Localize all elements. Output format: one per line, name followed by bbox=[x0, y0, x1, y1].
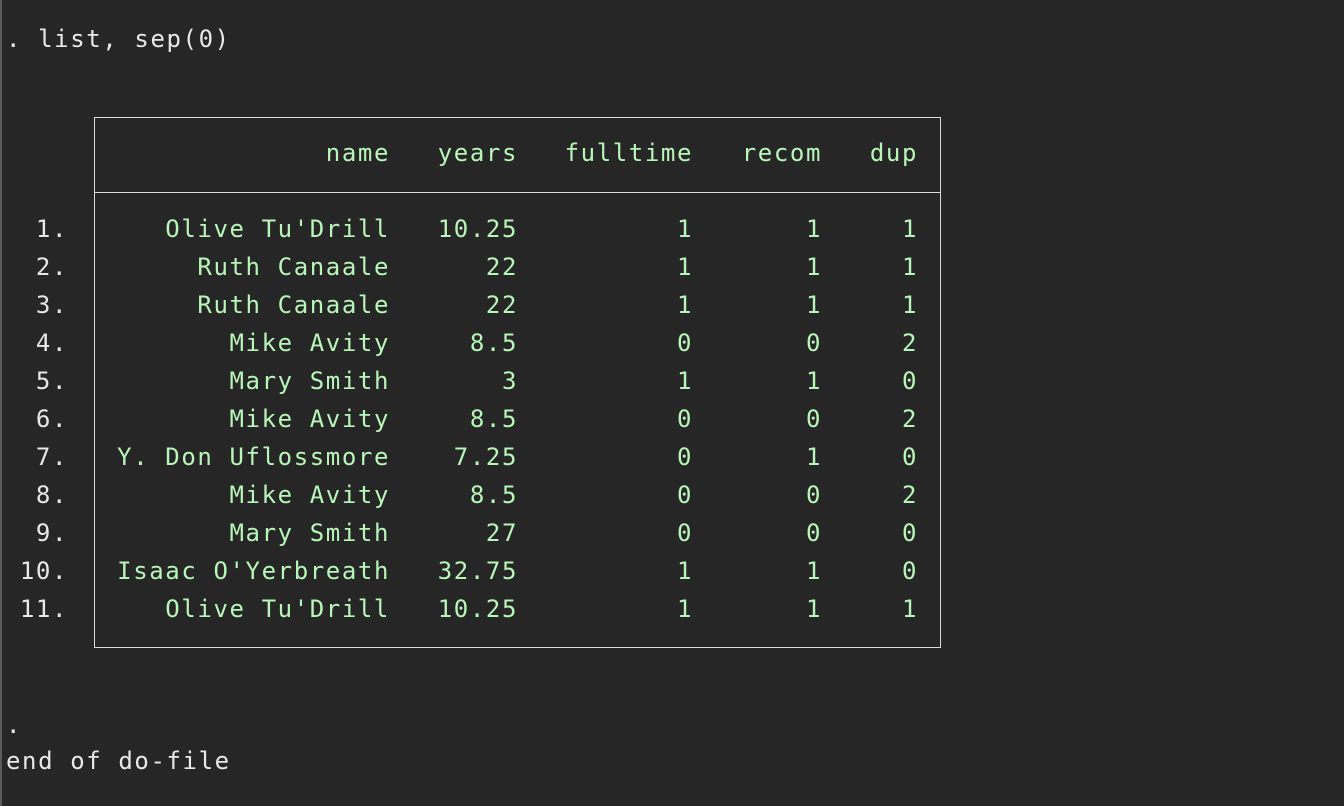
cell-fulltime: 1 bbox=[676, 367, 693, 395]
cell-recom: 1 bbox=[805, 215, 822, 243]
cell-years: 27 bbox=[485, 519, 518, 547]
header-separator bbox=[94, 192, 941, 193]
end-of-do-file-message: end of do-file bbox=[6, 747, 231, 775]
cell-years: 32.75 bbox=[437, 557, 518, 585]
cell-dup: 0 bbox=[901, 367, 918, 395]
cell-fulltime: 0 bbox=[676, 481, 693, 509]
cell-dup: 2 bbox=[901, 405, 918, 433]
cell-recom: 1 bbox=[805, 443, 822, 471]
command-line: . list, sep(0) bbox=[6, 25, 231, 53]
cell-dup: 1 bbox=[901, 291, 918, 319]
column-header-dup: dup bbox=[869, 139, 918, 167]
row-number: 1. bbox=[35, 215, 68, 243]
cell-recom: 0 bbox=[805, 329, 822, 357]
cell-recom: 0 bbox=[805, 405, 822, 433]
cell-dup: 0 bbox=[901, 519, 918, 547]
cell-dup: 1 bbox=[901, 253, 918, 281]
cell-years: 7.25 bbox=[453, 443, 518, 471]
cell-fulltime: 1 bbox=[676, 253, 693, 281]
cell-dup: 1 bbox=[901, 215, 918, 243]
cell-years: 8.5 bbox=[469, 481, 518, 509]
cell-name: Olive Tu'Drill bbox=[165, 595, 390, 623]
cell-fulltime: 0 bbox=[676, 443, 693, 471]
cell-recom: 0 bbox=[805, 519, 822, 547]
cell-recom: 1 bbox=[805, 253, 822, 281]
row-number: 5. bbox=[35, 367, 68, 395]
cell-years: 10.25 bbox=[437, 595, 518, 623]
row-number: 3. bbox=[35, 291, 68, 319]
cell-fulltime: 1 bbox=[676, 215, 693, 243]
prompt-dot: . bbox=[6, 711, 23, 739]
cell-years: 8.5 bbox=[469, 329, 518, 357]
cell-name: Mike Avity bbox=[229, 481, 390, 509]
cell-recom: 1 bbox=[805, 291, 822, 319]
cell-name: Isaac O'Yerbreath bbox=[117, 557, 390, 585]
row-number: 6. bbox=[35, 405, 68, 433]
column-header-recom: recom bbox=[741, 139, 822, 167]
row-number: 11. bbox=[19, 595, 68, 623]
cell-fulltime: 1 bbox=[676, 291, 693, 319]
cell-dup: 1 bbox=[901, 595, 918, 623]
cell-recom: 1 bbox=[805, 557, 822, 585]
row-number: 8. bbox=[35, 481, 68, 509]
cell-fulltime: 0 bbox=[676, 329, 693, 357]
cell-dup: 0 bbox=[901, 557, 918, 585]
column-header-name: name bbox=[325, 139, 390, 167]
cell-recom: 1 bbox=[805, 367, 822, 395]
column-header-years: years bbox=[437, 139, 518, 167]
cell-name: Olive Tu'Drill bbox=[165, 215, 390, 243]
cell-years: 22 bbox=[485, 253, 518, 281]
cell-years: 3 bbox=[501, 367, 518, 395]
cell-name: Mike Avity bbox=[229, 405, 390, 433]
cell-fulltime: 1 bbox=[676, 595, 693, 623]
row-number: 7. bbox=[35, 443, 68, 471]
cell-years: 8.5 bbox=[469, 405, 518, 433]
row-number: 4. bbox=[35, 329, 68, 357]
row-number: 9. bbox=[35, 519, 68, 547]
cell-years: 10.25 bbox=[437, 215, 518, 243]
cell-recom: 1 bbox=[805, 595, 822, 623]
cell-dup: 2 bbox=[901, 329, 918, 357]
cell-fulltime: 0 bbox=[676, 405, 693, 433]
row-number: 10. bbox=[19, 557, 68, 585]
cell-dup: 0 bbox=[901, 443, 918, 471]
cell-name: Y. Don Uflossmore bbox=[117, 443, 390, 471]
cell-fulltime: 1 bbox=[676, 557, 693, 585]
cell-dup: 2 bbox=[901, 481, 918, 509]
cell-name: Ruth Canaale bbox=[197, 253, 390, 281]
column-header-fulltime: fulltime bbox=[564, 139, 693, 167]
cell-name: Mike Avity bbox=[229, 329, 390, 357]
cell-name: Mary Smith bbox=[229, 367, 390, 395]
cell-name: Ruth Canaale bbox=[197, 291, 390, 319]
cell-years: 22 bbox=[485, 291, 518, 319]
cell-name: Mary Smith bbox=[229, 519, 390, 547]
cell-fulltime: 0 bbox=[676, 519, 693, 547]
cell-recom: 0 bbox=[805, 481, 822, 509]
row-number: 2. bbox=[35, 253, 68, 281]
